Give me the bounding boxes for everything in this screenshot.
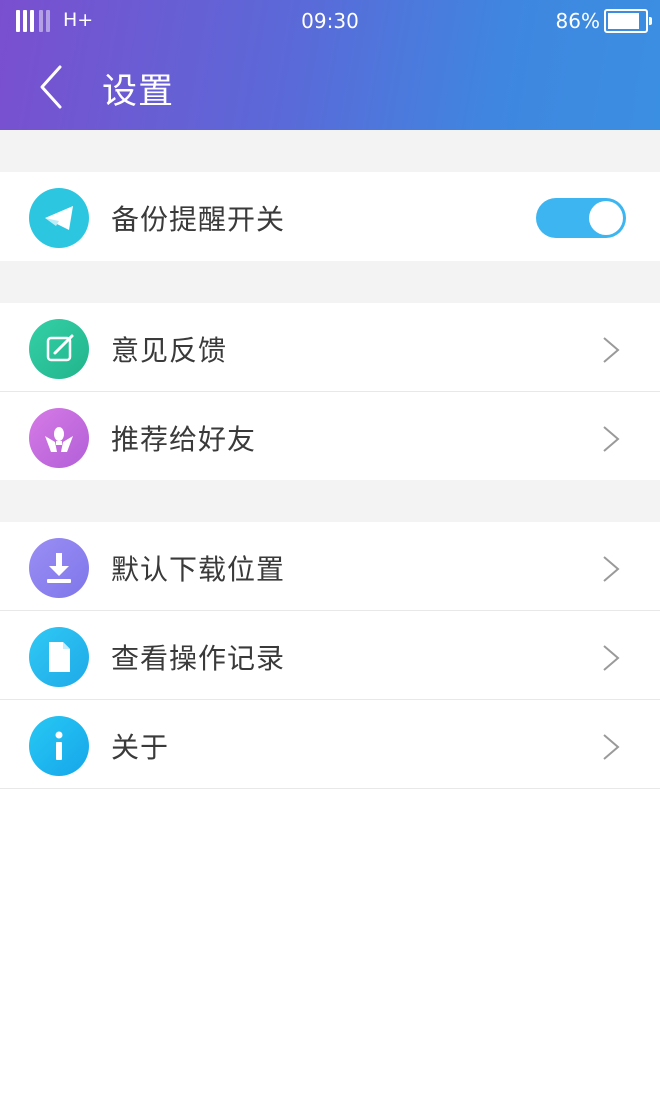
hands-gift-icon	[29, 408, 89, 468]
paper-plane-icon	[29, 188, 89, 248]
list-item-operation-log[interactable]: 查看操作记录	[0, 611, 660, 699]
chevron-right-icon	[603, 426, 620, 452]
back-button[interactable]	[30, 62, 70, 112]
section-gap	[0, 261, 660, 303]
list-item-label: 默认下载位置	[111, 553, 286, 586]
status-bar: H+ 09:30 86%	[0, 0, 660, 42]
chevron-right-icon	[603, 337, 620, 363]
edit-note-icon	[29, 319, 89, 379]
list-item-label: 备份提醒开关	[111, 203, 286, 236]
divider	[0, 788, 660, 789]
document-icon	[29, 627, 89, 687]
download-icon	[29, 538, 89, 598]
chevron-right-icon	[603, 645, 620, 671]
list-item-label: 意见反馈	[111, 334, 228, 367]
list-item-about[interactable]: 关于	[0, 700, 660, 788]
list-item-label: 关于	[111, 731, 170, 764]
backup-reminder-toggle[interactable]	[536, 198, 626, 238]
app-header: H+ 09:30 86% 设置	[0, 0, 660, 130]
section-gap	[0, 130, 660, 172]
chevron-right-icon	[603, 556, 620, 582]
page-title: 设置	[102, 72, 175, 112]
chevron-left-icon	[40, 65, 62, 109]
battery-icon	[604, 9, 652, 33]
list-item-recommend[interactable]: 推荐给好友	[0, 392, 660, 480]
info-icon	[29, 716, 89, 776]
section-gap	[0, 480, 660, 522]
list-item-backup-reminder: 备份提醒开关	[0, 172, 660, 260]
chevron-right-icon	[603, 734, 620, 760]
list-item-download-location[interactable]: 默认下载位置	[0, 522, 660, 610]
list-item-feedback[interactable]: 意见反馈	[0, 303, 660, 391]
battery-percent: 86%	[555, 9, 600, 33]
list-item-label: 推荐给好友	[111, 423, 257, 456]
list-item-label: 查看操作记录	[111, 642, 286, 675]
